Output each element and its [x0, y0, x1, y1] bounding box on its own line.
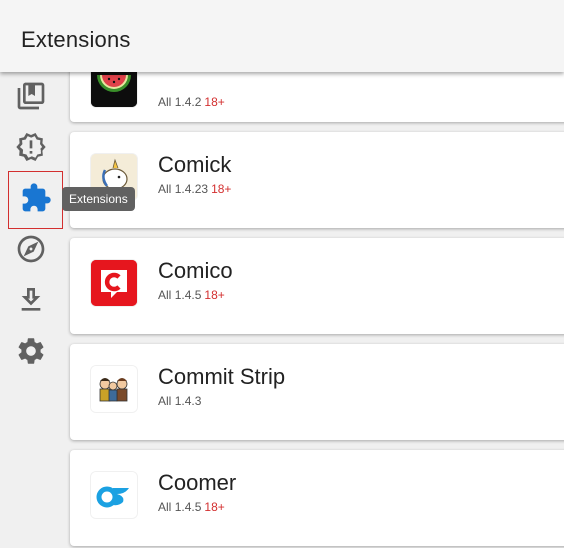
sidebar-item-settings[interactable]	[0, 328, 62, 378]
app-bar: Extensions	[0, 0, 564, 72]
extension-name: Comick	[158, 152, 232, 177]
sidebar-item-updates[interactable]	[0, 124, 62, 174]
age-rating-badge: 18+	[211, 182, 232, 196]
coomer-icon	[91, 472, 137, 518]
extension-lang: All	[158, 394, 172, 408]
compass-icon	[15, 233, 47, 270]
gear-icon	[15, 335, 47, 372]
library-icon	[15, 80, 47, 117]
age-rating-badge: 18+	[204, 500, 225, 514]
puzzle-icon	[20, 182, 52, 219]
sidebar-item-browse[interactable]	[0, 226, 62, 276]
extension-list: All 1.4.2 18+ Comick All 1.4.23 18+ Comi…	[62, 72, 564, 548]
extension-version: 1.4.5	[174, 500, 202, 514]
extension-meta: All 1.4.5 18+	[158, 288, 225, 302]
extension-card[interactable]: Comick All 1.4.23 18+	[70, 132, 564, 228]
sidebar-item-library[interactable]	[0, 73, 62, 123]
extension-card[interactable]: All 1.4.2 18+	[70, 72, 564, 122]
extension-version: 1.4.23	[174, 182, 209, 196]
extension-name: Commit Strip	[158, 364, 286, 389]
page-title: Extensions	[21, 27, 131, 52]
commit-strip-icon	[91, 366, 137, 412]
extensions-tooltip: Extensions	[62, 187, 135, 211]
watermelon-icon	[91, 72, 137, 107]
age-rating-badge: 18+	[204, 95, 225, 109]
extension-card[interactable]: Coomer All 1.4.5 18+	[70, 450, 564, 546]
extension-name: Comico	[158, 258, 233, 283]
alert-badge-icon	[15, 131, 47, 168]
age-rating-badge: 18+	[204, 288, 225, 302]
sidebar-item-extensions[interactable]	[8, 171, 63, 229]
extension-version: 1.4.2	[174, 95, 202, 109]
download-icon	[15, 284, 47, 321]
extension-meta: All 1.4.23 18+	[158, 182, 231, 196]
extension-lang: All	[158, 288, 172, 302]
extension-meta: All 1.4.3	[158, 394, 201, 408]
extension-version: 1.4.3	[174, 394, 202, 408]
extension-meta: All 1.4.5 18+	[158, 500, 225, 514]
extension-lang: All	[158, 95, 172, 109]
extension-lang: All	[158, 500, 172, 514]
extension-card[interactable]: Comico All 1.4.5 18+	[70, 238, 564, 334]
sidebar-item-downloads[interactable]	[0, 277, 62, 327]
extension-card[interactable]: Commit Strip All 1.4.3	[70, 344, 564, 440]
extension-lang: All	[158, 182, 172, 196]
extension-version: 1.4.5	[174, 288, 202, 302]
extension-name: Coomer	[158, 470, 237, 495]
sidebar	[0, 72, 63, 548]
comico-icon	[91, 260, 137, 306]
extension-meta: All 1.4.2 18+	[158, 95, 225, 109]
